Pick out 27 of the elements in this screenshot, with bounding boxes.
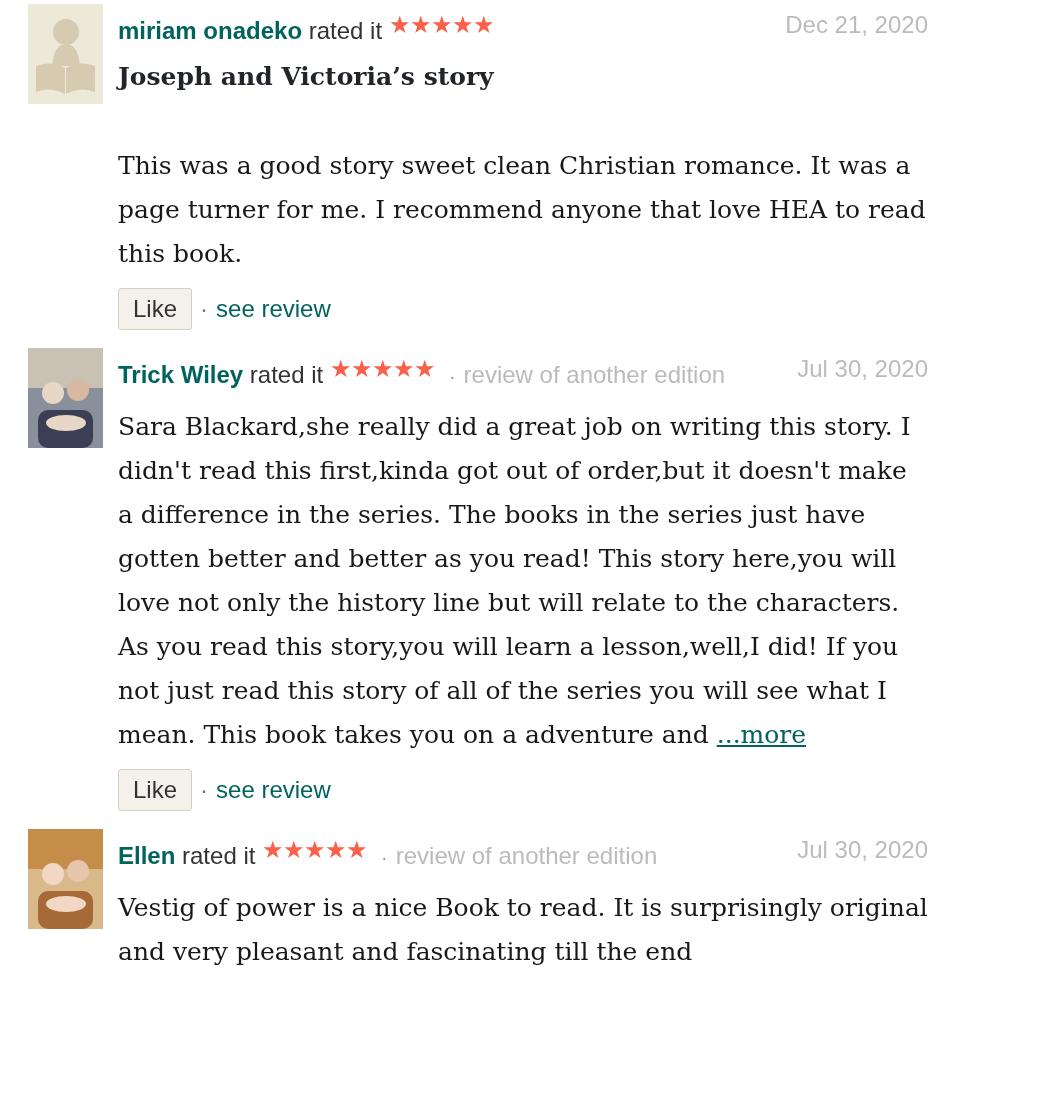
user-link[interactable]: Ellen bbox=[118, 841, 176, 869]
separator-dot: · bbox=[200, 293, 209, 324]
user-link[interactable]: miriam onadeko bbox=[118, 17, 303, 44]
see-review-link[interactable]: see review bbox=[216, 771, 331, 808]
review-text: Sara Blackard,she really did a great job on writing this story. I didn't read this first,kinda got out of order,but it doesn't make a difference in the series. The books in the series just have gotten better and better as you read! This story here,you will love not only the history line but will relate to the characters. As you read this story,you will learn a lesson,well,I did! If you not just read this story of all of the series you will see what I mean. This book takes you on a adventure and ...more bbox=[118, 410, 912, 751]
user-link[interactable]: Trick Wiley bbox=[118, 360, 244, 388]
separator-dot: · bbox=[448, 364, 456, 387]
rating-label: rated it bbox=[308, 17, 383, 44]
star-rating: ★★★★★ bbox=[388, 11, 494, 38]
review-date: Jul 30, 2020 bbox=[796, 834, 928, 865]
rating-label: rated it bbox=[182, 841, 256, 869]
review-date: Dec 21, 2020 bbox=[784, 10, 928, 40]
rating-label: rated it bbox=[249, 360, 324, 388]
like-button[interactable]: Like bbox=[118, 768, 193, 811]
see-review-link[interactable]: see review bbox=[216, 290, 331, 327]
star-rating: ★★★★★ bbox=[329, 354, 435, 382]
separator-dot: · bbox=[381, 845, 388, 868]
star-rating: ★★★★★ bbox=[262, 835, 368, 863]
like-button[interactable]: Like bbox=[118, 287, 193, 330]
edition-note: review of another edition bbox=[395, 841, 658, 869]
review-title: Joseph and Victoria’s story bbox=[118, 61, 495, 93]
review-text: This was a good story sweet clean Christian romance. It was a page turner for me. I recommend anyone that love HEA to read this book. bbox=[118, 149, 927, 270]
separator-dot: · bbox=[200, 774, 209, 805]
review-date: Jul 30, 2020 bbox=[796, 353, 928, 384]
more-link[interactable]: ...more bbox=[716, 719, 807, 749]
edition-note: review of another edition bbox=[463, 360, 726, 388]
review-text: Vestig of power is a nice Book to read. It is surprisingly original and very pleasant and fascinating till the end bbox=[118, 891, 928, 968]
